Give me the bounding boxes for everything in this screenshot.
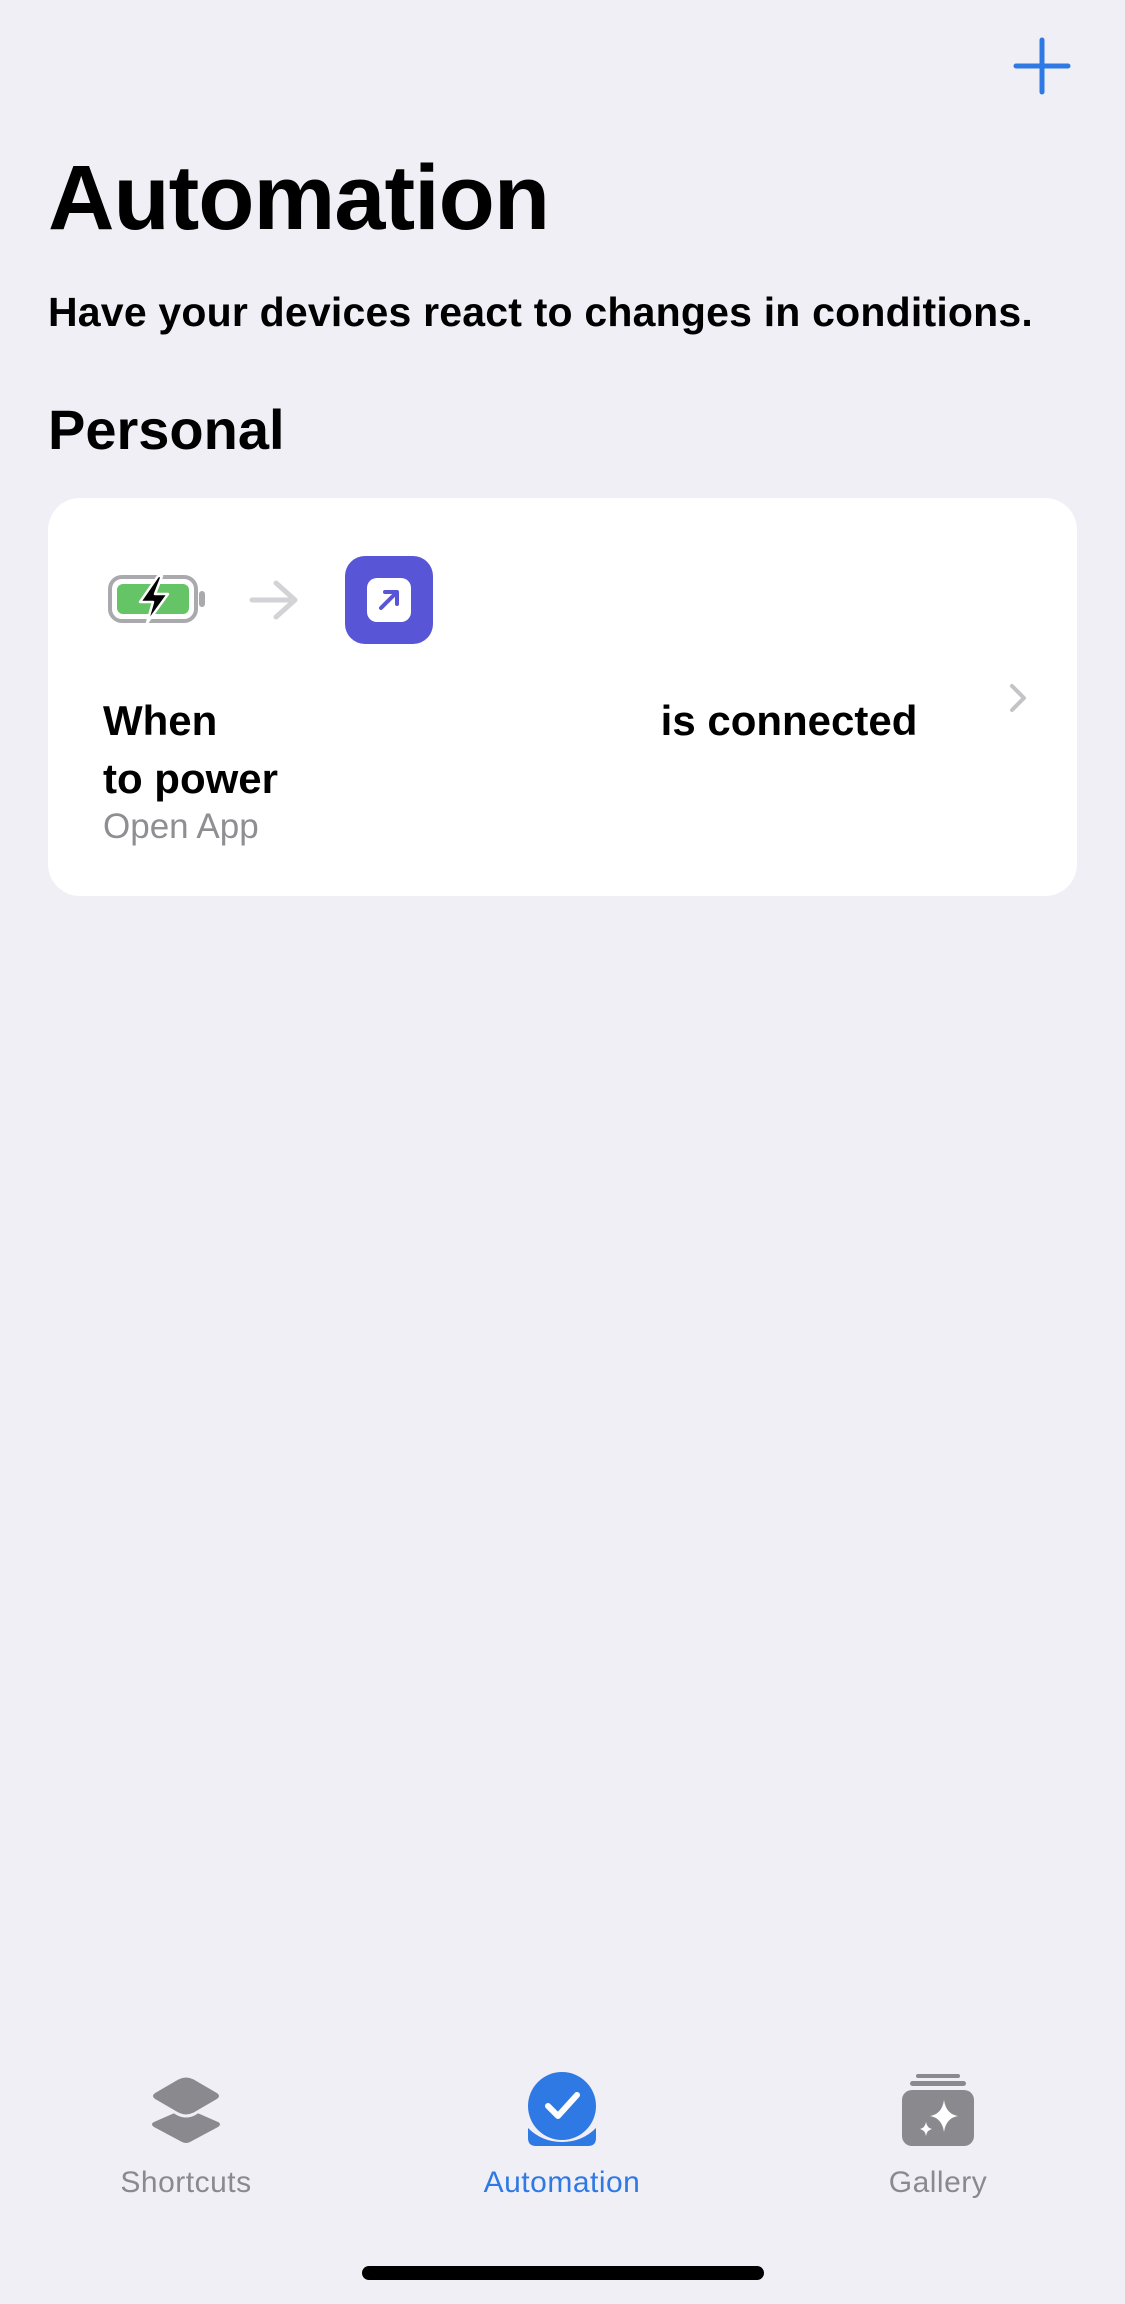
automation-trigger-text: When is connected to power: [103, 692, 963, 808]
plus-icon: [1013, 37, 1071, 95]
redacted-device-name: [229, 704, 649, 744]
page-subtitle: Have your devices react to changes in co…: [48, 289, 1033, 335]
add-automation-button[interactable]: [1012, 36, 1072, 96]
page-title: Automation: [48, 147, 550, 249]
stack-icon: [150, 2074, 222, 2143]
tab-label-shortcuts: Shortcuts: [120, 2166, 252, 2199]
tab-automation[interactable]: Automation: [412, 2070, 712, 2220]
clock-check-icon: [528, 2072, 596, 2146]
open-app-icon: [345, 556, 433, 644]
home-indicator: [362, 2266, 764, 2280]
arrow-up-right-icon: [379, 590, 399, 610]
chevron-right-icon: [1010, 684, 1026, 712]
trigger-prefix: When: [103, 697, 218, 744]
tab-bar: Shortcuts Automation Gallery: [0, 2040, 1125, 2304]
arrow-right-icon: [249, 580, 298, 620]
automation-card[interactable]: When is connected to power Open App: [48, 498, 1077, 896]
tab-shortcuts[interactable]: Shortcuts: [36, 2070, 336, 2220]
tab-label-automation: Automation: [483, 2166, 641, 2199]
tab-gallery[interactable]: Gallery: [788, 2070, 1088, 2220]
sparkles-icon: [902, 2074, 974, 2146]
automation-action-text: Open App: [103, 807, 259, 846]
section-title-personal: Personal: [48, 398, 285, 461]
battery-charging-icon: [108, 574, 205, 624]
tab-label-gallery: Gallery: [888, 2166, 988, 2199]
